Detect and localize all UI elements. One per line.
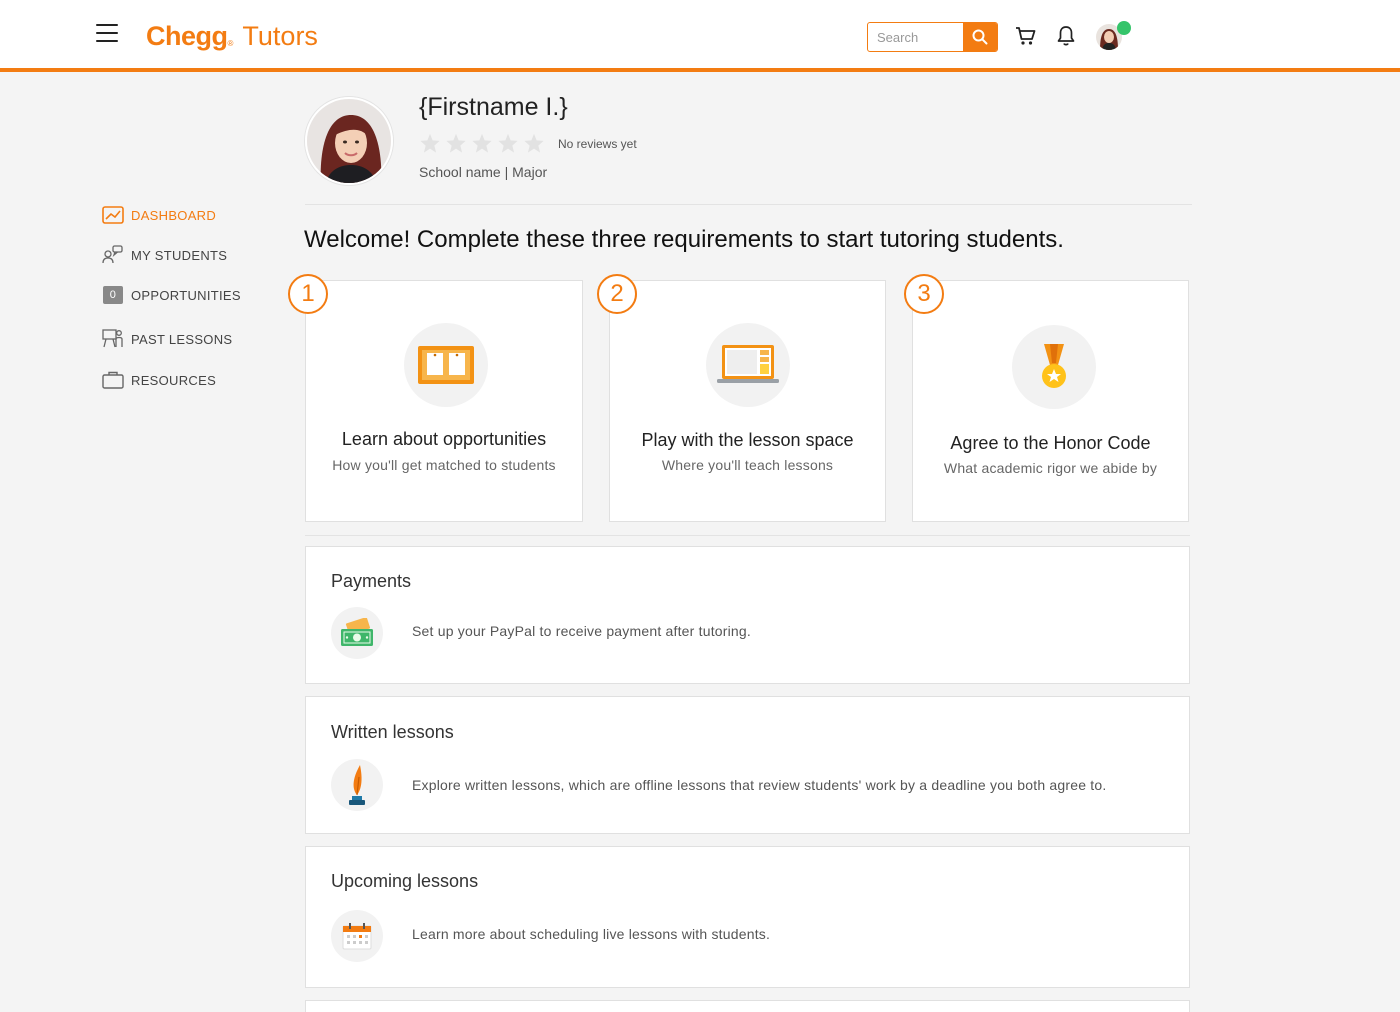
money-icon-circle xyxy=(331,607,383,659)
calendar-icon-circle xyxy=(331,910,383,962)
requirement-subtitle: How you'll get matched to students xyxy=(332,457,556,473)
next-card-partial xyxy=(305,1000,1190,1012)
card-title: Payments xyxy=(331,571,412,591)
star-icon xyxy=(472,133,492,153)
cart-icon xyxy=(1016,27,1036,45)
profile-photo-icon xyxy=(307,99,391,183)
opportunities-count-badge: 0 xyxy=(103,286,123,304)
requirement-subtitle: What academic rigor we abide by xyxy=(943,460,1158,476)
written-lessons-card[interactable]: Written lessons Explore written lessons,… xyxy=(305,696,1190,834)
welcome-heading: Welcome! Complete these three requiremen… xyxy=(304,226,1064,253)
search-input[interactable] xyxy=(868,23,963,51)
calendar-icon xyxy=(342,923,372,950)
menu-icon[interactable] xyxy=(96,24,118,42)
profile-name: {Firstname I.} xyxy=(419,93,568,121)
step-number-1: 1 xyxy=(288,274,328,314)
sidebar-item-resources[interactable]: RESOURCES xyxy=(102,370,216,390)
card-text: Learn more about scheduling live lessons… xyxy=(412,926,771,942)
star-icon xyxy=(420,133,440,153)
search-button[interactable] xyxy=(963,23,997,51)
section-divider xyxy=(305,535,1190,536)
search-box xyxy=(867,22,998,52)
step-number-2: 2 xyxy=(597,274,637,314)
star-icon xyxy=(446,133,466,153)
requirement-subtitle: Where you'll teach lessons xyxy=(661,457,834,473)
star-icon xyxy=(498,133,518,153)
count-badge-icon: 0 xyxy=(102,285,124,305)
sidebar-item-label: MY STUDENTS xyxy=(131,247,228,263)
card-text: Set up your PayPal to receive payment af… xyxy=(412,623,751,639)
notifications-button[interactable] xyxy=(1054,24,1078,48)
sidebar-item-label: RESOURCES xyxy=(131,372,217,388)
star-icon xyxy=(524,133,544,153)
requirement-card-opportunities[interactable]: Learn about opportunities How you'll get… xyxy=(305,280,583,522)
briefcase-icon xyxy=(102,370,124,390)
card-text: Explore written lessons, which are offli… xyxy=(412,777,1107,793)
requirement-title: Play with the lesson space xyxy=(641,430,854,450)
sidebar-item-label: PAST LESSONS xyxy=(131,331,233,347)
card-title: Upcoming lessons xyxy=(331,871,479,891)
reviews-count: No reviews yet xyxy=(558,137,637,151)
logo-product: Tutors xyxy=(235,21,318,51)
requirement-card-honor-code[interactable]: Agree to the Honor Code What academic ri… xyxy=(912,280,1189,522)
logo-brand: Chegg xyxy=(146,21,228,51)
section-divider xyxy=(305,204,1192,205)
bell-icon xyxy=(1057,26,1075,46)
upcoming-lessons-card[interactable]: Upcoming lessons Learn more about schedu… xyxy=(305,846,1190,988)
sidebar-item-label: DASHBOARD xyxy=(131,207,217,223)
sidebar-item-label: OPPORTUNITIES xyxy=(131,287,241,303)
chart-icon xyxy=(102,205,124,225)
card-title: Written lessons xyxy=(331,722,454,742)
requirement-card-lesson-space[interactable]: Play with the lesson space Where you'll … xyxy=(609,280,886,522)
sidebar-item-past-lessons[interactable]: PAST LESSONS xyxy=(102,329,232,349)
search-icon xyxy=(972,29,988,45)
medal-icon xyxy=(1042,344,1066,388)
top-header: Chegg® Tutors xyxy=(0,0,1400,72)
laptop-icon xyxy=(717,345,779,383)
quill-icon xyxy=(349,765,365,805)
chegg-tutors-logo[interactable]: Chegg® Tutors xyxy=(146,20,318,52)
step-number-3: 3 xyxy=(904,274,944,314)
cart-button[interactable] xyxy=(1014,24,1038,48)
corkboard-icon xyxy=(418,346,474,384)
laptop-icon-circle xyxy=(706,323,790,407)
money-icon xyxy=(341,618,373,646)
requirement-title: Learn about opportunities xyxy=(341,429,547,449)
payments-card[interactable]: Payments Set up your PayPal to receive p… xyxy=(305,546,1190,684)
sidebar-item-my-students[interactable]: MY STUDENTS xyxy=(102,245,227,265)
corkboard-icon-circle xyxy=(404,323,488,407)
rating-stars xyxy=(419,133,545,153)
sidebar-item-dashboard[interactable]: DASHBOARD xyxy=(102,205,216,225)
logo-trademark: ® xyxy=(227,39,234,48)
online-status-dot xyxy=(1117,21,1131,35)
quill-icon-circle xyxy=(331,759,383,811)
requirement-title: Agree to the Honor Code xyxy=(950,433,1151,453)
profile-photo xyxy=(305,97,393,185)
medal-icon-circle xyxy=(1012,325,1096,409)
lessons-icon xyxy=(102,329,124,349)
school-major: School name | Major xyxy=(419,164,548,180)
students-icon xyxy=(102,245,124,265)
sidebar-item-opportunities[interactable]: 0 OPPORTUNITIES xyxy=(102,285,241,305)
